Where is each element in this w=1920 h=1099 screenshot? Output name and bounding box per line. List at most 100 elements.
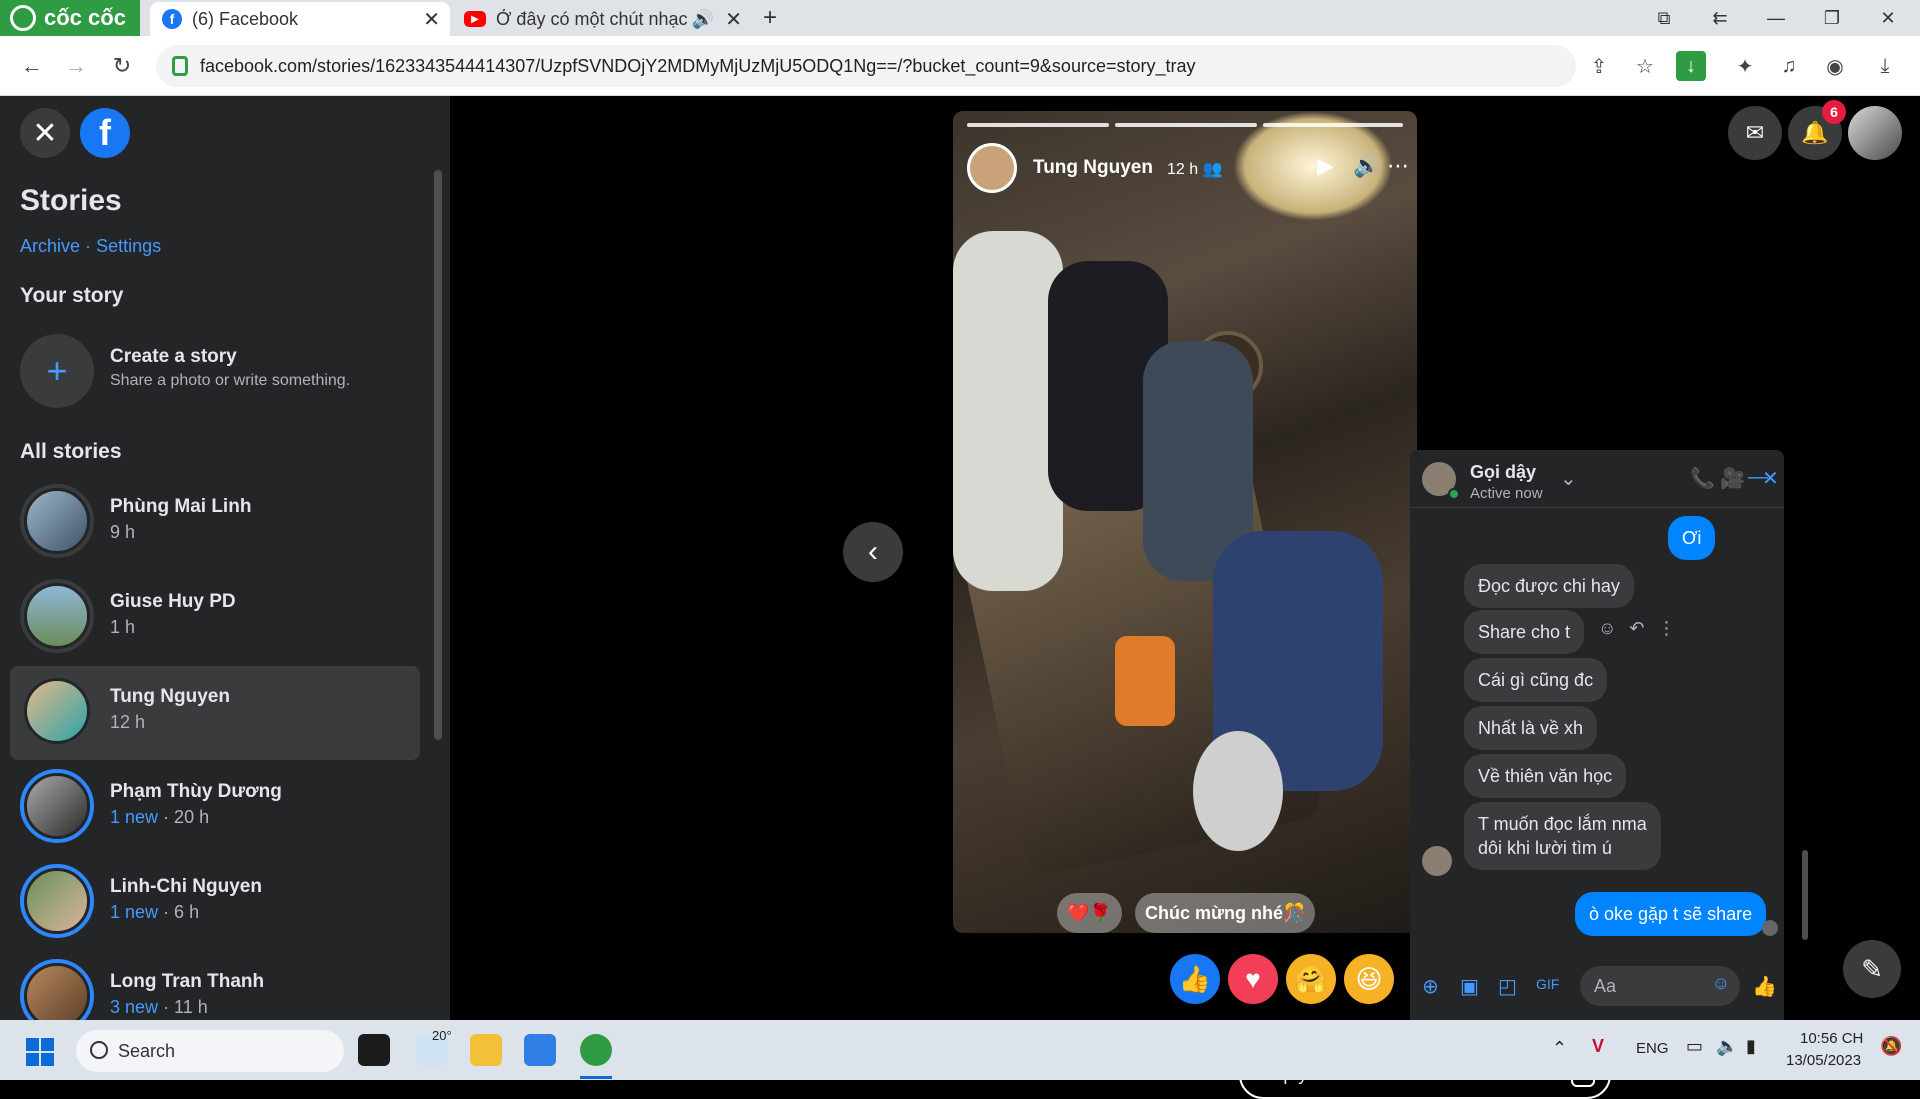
clock-time[interactable]: 10:56 CH <box>1800 1030 1863 1047</box>
minimize-icon[interactable]: — <box>1748 0 1804 36</box>
volume-icon[interactable]: 🔊 <box>1353 153 1380 179</box>
message-received[interactable]: Đọc được chi hay <box>1464 564 1634 608</box>
taskbar-search[interactable]: Search <box>76 1030 344 1072</box>
photo-icon[interactable]: ▣ <box>1460 974 1479 999</box>
close-tab-icon[interactable]: ✕ <box>423 7 440 32</box>
downloads-icon[interactable]: ⤓ <box>1870 51 1900 81</box>
story-author-name[interactable]: Tung Nguyen <box>1033 157 1153 179</box>
file-explorer-icon[interactable] <box>470 1034 502 1066</box>
close-tab-icon[interactable]: ✕ <box>725 7 742 32</box>
extensions-icon[interactable]: ✦ <box>1730 51 1760 81</box>
story-item-linh-chi-nguyen[interactable]: Linh-Chi Nguyen 1 new · 6 h <box>10 856 420 950</box>
audio-playing-icon[interactable]: 🔊 <box>692 9 714 30</box>
more-vertical-icon[interactable]: ⋮ <box>1658 618 1676 638</box>
story-progress-segment-1 <box>967 123 1109 127</box>
love-reaction-icon[interactable]: ♥ <box>1228 954 1278 1004</box>
screenshot-icon[interactable]: ⧉ <box>1636 0 1692 36</box>
url-text: facebook.com/stories/1623343544414307/Uz… <box>200 55 1196 76</box>
media-icon[interactable]: ♫ <box>1774 51 1804 81</box>
story-author-avatar[interactable] <box>967 143 1017 193</box>
gif-icon[interactable]: GIF <box>1536 976 1559 992</box>
video-call-icon[interactable]: 🎥 <box>1720 466 1745 491</box>
message-sent[interactable]: Ơi <box>1668 516 1716 560</box>
close-stories-button[interactable]: ✕ <box>20 108 70 158</box>
story-item-pham-thuy-duong[interactable]: Phạm Thùy Dương 1 new · 20 h <box>10 761 420 855</box>
language-indicator[interactable]: ENG <box>1636 1040 1669 1057</box>
avatar <box>20 959 94 1020</box>
active-app-indicator <box>580 1076 612 1079</box>
volume-icon[interactable]: 🔈 <box>1716 1036 1738 1057</box>
task-view-icon[interactable] <box>358 1034 390 1066</box>
network-icon[interactable]: ▭ <box>1686 1036 1703 1057</box>
sidebar-title: Stories <box>20 184 122 217</box>
close-chat-icon[interactable]: ✕ <box>1762 466 1779 491</box>
create-story-item[interactable]: + Create a story Share a photo or write … <box>20 332 420 408</box>
voice-call-icon[interactable]: 📞 <box>1690 466 1715 491</box>
story-meta: 3 new · 11 h <box>110 997 208 1017</box>
todo-app-icon[interactable] <box>524 1034 556 1066</box>
story-header: Tung Nguyen 12 h 👥 ▶ 🔊 ⋯ <box>967 143 1409 193</box>
story-progress-segment-3 <box>1263 123 1403 127</box>
account-avatar[interactable] <box>1848 106 1902 160</box>
antivirus-icon[interactable]: V <box>1592 1036 1604 1057</box>
tab-search-icon[interactable]: ⇇ <box>1692 0 1748 36</box>
message-input[interactable]: Aa ☺ <box>1580 966 1740 1006</box>
story-card[interactable]: Tung Nguyen 12 h 👥 ▶ 🔊 ⋯ ❤️🌹 Chúc mừng n… <box>953 111 1417 933</box>
message-received[interactable]: Về thiên văn học <box>1464 754 1627 798</box>
care-reaction-icon[interactable]: 🤗 <box>1286 954 1336 1004</box>
messenger-icon[interactable]: ✉ <box>1728 106 1782 160</box>
show-hidden-icons[interactable]: ⌃ <box>1552 1038 1567 1059</box>
back-icon[interactable]: ← <box>14 48 50 84</box>
haha-reaction-icon[interactable]: 😆 <box>1344 954 1394 1004</box>
clock-date[interactable]: 13/05/2023 <box>1786 1052 1861 1069</box>
like-send-icon[interactable]: 👍 <box>1752 974 1777 999</box>
download-extension-icon[interactable]: ↓ <box>1676 51 1706 81</box>
chat-header[interactable]: Gọi dậy Active now ⌄ 📞 🎥 — ✕ <box>1410 450 1784 508</box>
facebook-logo-icon[interactable]: f <box>80 108 130 158</box>
profile-icon[interactable]: ◉ <box>1820 51 1850 81</box>
add-circle-icon[interactable]: ⊕ <box>1422 974 1439 999</box>
react-emoji-icon[interactable]: ☺ <box>1598 618 1616 638</box>
like-reaction-icon[interactable]: 👍 <box>1170 954 1220 1004</box>
message-received[interactable]: Nhất là về xh <box>1464 706 1598 750</box>
tab-youtube[interactable]: ▶ Ở đây có một chút nhạc 🔊 ✕ <box>452 2 752 36</box>
settings-link[interactable]: Settings <box>96 236 161 256</box>
windows-start-icon[interactable] <box>26 1038 54 1066</box>
reply-arrow-icon[interactable]: ↶ <box>1629 618 1644 638</box>
new-tab-button[interactable]: + <box>752 0 788 36</box>
share-icon[interactable]: ⇪ <box>1584 51 1614 81</box>
chevron-down-icon[interactable]: ⌄ <box>1560 466 1577 491</box>
story-item-phung-mai-linh[interactable]: Phùng Mai Linh 9 h <box>10 476 420 570</box>
url-field[interactable]: facebook.com/stories/1623343544414307/Uz… <box>156 45 1576 87</box>
notification-center-icon[interactable]: 🔕 <box>1880 1036 1902 1057</box>
more-options-icon[interactable]: ⋯ <box>1387 153 1409 179</box>
battery-icon[interactable]: ▮ <box>1746 1036 1756 1057</box>
story-item-long-tran-thanh[interactable]: Long Tran Thanh 3 new · 11 h <box>10 951 420 1020</box>
story-item-giuse-huy-pd[interactable]: Giuse Huy PD 1 h <box>10 571 420 665</box>
message-sent[interactable]: ò oke gặp t sẽ share <box>1575 892 1767 936</box>
emoji-icon[interactable]: ☺ <box>1712 973 1730 994</box>
youtube-favicon-icon: ▶ <box>464 11 486 27</box>
message-received[interactable]: Cái gì cũng đc <box>1464 658 1608 702</box>
reload-icon[interactable]: ↻ <box>104 48 140 84</box>
forward-icon[interactable]: → <box>58 48 94 84</box>
tab-facebook[interactable]: f (6) Facebook ✕ <box>150 2 450 36</box>
story-item-tung-nguyen[interactable]: Tung Nguyen 12 h <box>10 666 420 760</box>
story-author-name: Phùng Mai Linh <box>110 496 252 517</box>
message-received[interactable]: T muốn đọc lắm nma dôi khi lười tìm ú <box>1464 802 1661 870</box>
sticker-icon[interactable]: ◰ <box>1498 974 1517 999</box>
chat-scrollbar[interactable] <box>1802 850 1808 940</box>
close-window-icon[interactable]: ✕ <box>1860 0 1916 36</box>
coccoc-brand[interactable]: cốc cốc <box>0 0 140 36</box>
sidebar-scrollbar[interactable] <box>434 170 442 740</box>
maximize-icon[interactable]: ❐ <box>1804 0 1860 36</box>
previous-story-button[interactable]: ‹ <box>843 522 903 582</box>
play-icon[interactable]: ▶ <box>1317 153 1334 179</box>
story-progress-segment-2 <box>1115 123 1257 127</box>
bookmark-star-icon[interactable]: ☆ <box>1630 51 1660 81</box>
plus-icon: + <box>20 334 94 408</box>
message-received[interactable]: Share cho t <box>1464 610 1585 654</box>
coccoc-taskbar-icon[interactable] <box>580 1034 612 1066</box>
new-message-icon[interactable]: ✎ <box>1843 940 1901 998</box>
archive-link[interactable]: Archive <box>20 236 80 256</box>
